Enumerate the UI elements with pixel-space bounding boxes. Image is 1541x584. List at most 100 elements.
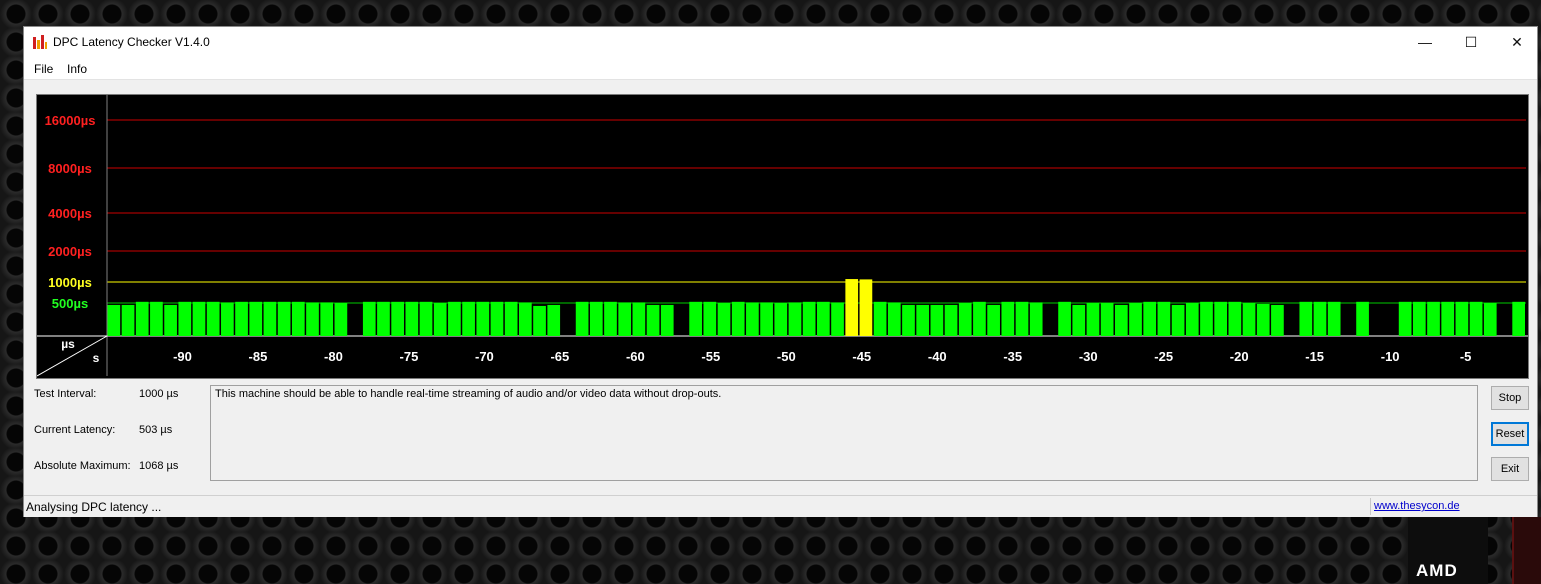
exit-button[interactable]: Exit [1491,457,1529,481]
latency-bar [249,301,263,336]
reset-button[interactable]: Reset [1491,422,1529,446]
minimize-button[interactable]: — [1402,27,1448,57]
current-latency-label: Current Latency: [34,424,116,436]
latency-bar [930,304,944,336]
latency-bar [817,301,830,336]
latency-bar [802,301,816,336]
latency-bar [703,301,717,336]
latency-bar [845,279,859,336]
latency-bar [1228,301,1242,336]
latency-bar [646,304,660,336]
latency-bar [433,303,447,336]
dpc-latency-window: DPC Latency Checker V1.4.0 — ☐ ✕ File In… [23,26,1538,517]
latency-bar [291,301,305,336]
latency-bar [164,304,177,336]
latency-bar [1185,303,1199,336]
latency-bar [1299,301,1313,336]
x-tick-label: -30 [1079,349,1098,364]
latency-bar [1313,301,1327,336]
x-tick-label: -35 [1003,349,1022,364]
latency-bar [859,279,873,336]
latency-bar [575,301,589,336]
x-unit-label: s [93,351,100,365]
test-interval-label: Test Interval: [34,388,97,400]
latency-bar [1242,303,1256,336]
latency-bar [1469,301,1483,336]
latency-bar [1072,304,1086,336]
latency-bar [1015,301,1029,336]
latency-bar [476,301,490,336]
thesycon-link[interactable]: www.thesycon.de [1374,500,1460,512]
latency-bar [277,301,291,336]
latency-bar [717,303,731,336]
latency-bar [618,302,632,336]
latency-bar [533,305,546,336]
latency-bar [958,303,972,336]
close-button[interactable]: ✕ [1494,27,1540,57]
status-message: This machine should be able to handle re… [215,388,722,400]
latency-bar [902,304,915,336]
latency-bar [660,304,674,336]
latency-bar [1100,303,1114,336]
latency-bar [1271,304,1284,336]
x-tick-label: -65 [550,349,569,364]
latency-bar [632,302,646,336]
x-tick-label: -10 [1381,349,1400,364]
status-bar: Analysing DPC latency ... www.thesycon.d… [24,495,1537,517]
gaming-evolved-tile[interactable] [1512,517,1541,584]
latency-bar [1327,301,1341,336]
latency-bar [263,301,277,336]
latency-bar [1412,301,1426,336]
latency-bar [973,301,986,336]
x-tick-label: -25 [1154,349,1173,364]
x-tick-label: -55 [701,349,720,364]
latency-bar [1058,301,1071,336]
latency-bar [1001,301,1015,336]
latency-bar [306,302,319,336]
status-text: Analysing DPC latency ... [26,500,162,514]
latency-bar [1129,303,1142,336]
y-tick-label: 1000µs [48,275,92,290]
x-tick-label: -80 [324,349,343,364]
y-unit-label: µs [61,337,75,351]
latency-bar [1157,301,1171,336]
amd-taskbar-tile[interactable]: AMD [1408,517,1488,584]
latency-bar [235,301,248,336]
latency-bar [504,301,518,336]
menu-info[interactable]: Info [67,62,87,76]
latency-bar [462,301,475,336]
test-interval-value: 1000 µs [139,388,179,400]
latency-bar [150,301,163,336]
status-separator [1370,498,1371,515]
latency-bar [944,304,958,336]
y-tick-label: 2000µs [48,244,92,259]
x-tick-label: -70 [475,349,494,364]
latency-bar [873,301,887,336]
x-tick-label: -50 [777,349,796,364]
latency-bar [731,301,745,336]
latency-bar [1483,303,1497,336]
current-latency-value: 503 µs [139,424,173,436]
latency-bar [519,302,532,336]
latency-bar [362,301,376,336]
absolute-maximum-label: Absolute Maximum: [34,460,131,472]
app-icon [33,35,47,49]
status-message-box: This machine should be able to handle re… [210,385,1478,481]
latency-bar [320,302,334,336]
x-tick-label: -15 [1305,349,1324,364]
latency-bar [192,301,206,336]
latency-bar [221,302,234,336]
latency-bar [206,301,220,336]
stop-button[interactable]: Stop [1491,386,1529,410]
latency-bar [689,301,702,336]
latency-bar [1512,301,1525,336]
maximize-button[interactable]: ☐ [1448,27,1494,57]
title-bar[interactable]: DPC Latency Checker V1.4.0 — ☐ ✕ [24,27,1537,57]
latency-bar [1171,304,1185,336]
latency-bar [377,301,390,336]
absolute-maximum-value: 1068 µs [139,460,179,472]
latency-bar [1398,301,1412,336]
latency-bar [490,301,504,336]
latency-bar [604,301,617,336]
menu-file[interactable]: File [34,62,53,76]
